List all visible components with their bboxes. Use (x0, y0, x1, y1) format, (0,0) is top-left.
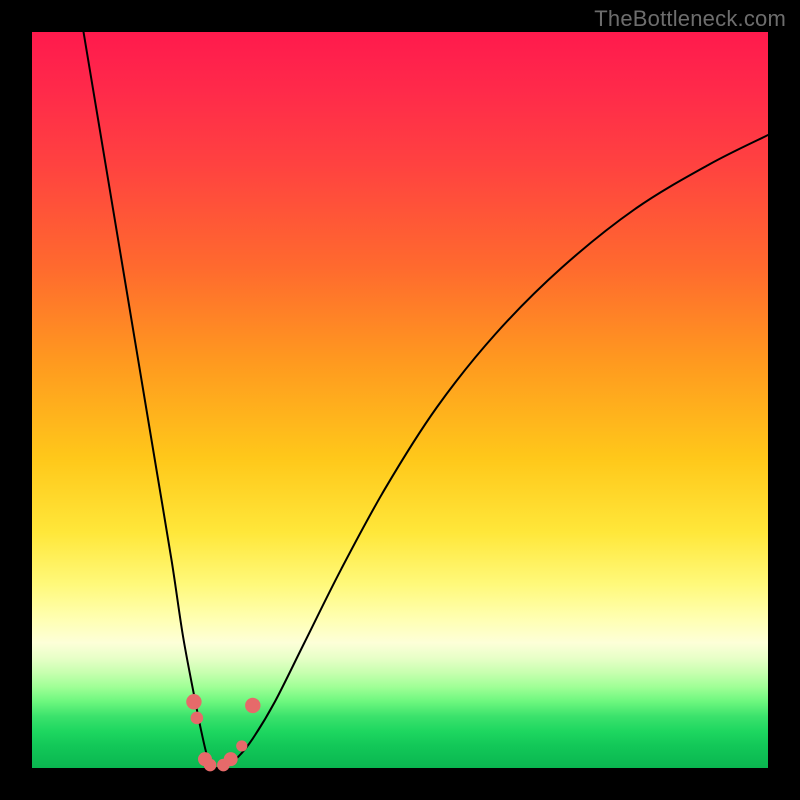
chart-frame: TheBottleneck.com (0, 0, 800, 800)
plot-area (32, 32, 768, 768)
watermark-text: TheBottleneck.com (594, 6, 786, 32)
curve-marker (204, 759, 217, 772)
curve-marker (236, 740, 247, 751)
curve-markers (186, 694, 260, 771)
bottleneck-curve (84, 32, 768, 768)
curve-marker (224, 752, 238, 766)
curve-marker (245, 698, 260, 713)
chart-svg (32, 32, 768, 768)
curve-marker (191, 712, 204, 725)
curve-marker (186, 694, 201, 709)
